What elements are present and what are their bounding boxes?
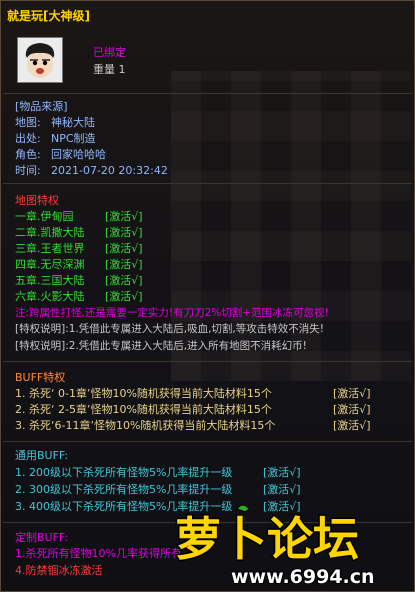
custom-buff-line-1: 1.杀死所有怪物10%几率获得所有 — [15, 547, 182, 560]
map-trait-status: [激活√] — [105, 242, 143, 255]
source-heading: [物品来源] — [15, 100, 68, 113]
map-trait-status: [激活√] — [105, 210, 143, 223]
custom-buff-line-2: 4.防禁锢冰冻激活 — [15, 564, 103, 577]
source-role-label: 角色: — [15, 148, 41, 161]
source-map-label: 地图: — [15, 116, 41, 129]
map-trait-status: [激活√] — [105, 274, 143, 287]
map-trait-name: 五章.三国大陆 — [15, 274, 85, 287]
map-trait-name: 一章.伊甸园 — [15, 210, 74, 223]
map-trait-name: 三章.王者世界 — [15, 242, 85, 255]
item-avatar-icon — [17, 37, 63, 83]
divider — [3, 361, 412, 362]
source-role-value: 回家哈哈哈 — [51, 148, 106, 161]
source-time-label: 时间: — [15, 164, 41, 177]
common-buff-status: [激活√] — [263, 466, 301, 479]
common-buff-heading: 通用BUFF: — [15, 449, 69, 462]
common-buff-text: 2. 300级以下杀死所有怪物5%几率提升一级 — [15, 483, 233, 496]
source-map-value: 神秘大陆 — [51, 116, 95, 129]
watermark-brand: 萝卜论坛 — [175, 512, 359, 566]
map-trait-name: 四章.无尽深渊 — [15, 258, 85, 271]
map-traits-desc-2: [特权说明]:2.凭借此专属进入大陆后,进入所有地图不消耗幻币! — [15, 340, 307, 352]
common-buff-status: [激活√] — [263, 483, 301, 496]
map-traits-heading: 地图特权 — [15, 194, 59, 207]
buff-trait-text: 3. 杀死‘6-11章’怪物10%随机获得当前大陆材料15个 — [15, 419, 276, 432]
map-trait-status: [激活√] — [105, 290, 143, 303]
common-buff-text: 1. 200级以下杀死所有怪物5%几率提升一级 — [15, 466, 233, 479]
source-time-value: 2021-07-20 20:32:42 — [51, 164, 168, 177]
buff-trait-status: [激活√] — [333, 387, 371, 400]
buff-trait-status: [激活√] — [333, 419, 371, 432]
buff-trait-text: 2. 杀死‘ 2-5章’怪物10%随机获得当前大陆材料15个 — [15, 403, 272, 416]
custom-buff-heading: 定制BUFF: — [15, 531, 69, 544]
source-origin-value: NPC制造 — [51, 132, 96, 145]
item-weight: 重量 1 — [93, 63, 126, 76]
watermark-url: www.6994.cn — [231, 566, 375, 588]
buff-trait-status: [激活√] — [333, 403, 371, 416]
map-trait-status: [激活√] — [105, 226, 143, 239]
divider — [3, 441, 412, 442]
item-title: 就是玩[大神级] — [7, 9, 90, 23]
item-tooltip: 就是玩[大神级] 已绑定 重量 1 [物品来源] 地图: 神秘大陆 出处: NP… — [0, 0, 415, 592]
bound-status: 已绑定 — [93, 46, 126, 59]
watermark-logo: 萝卜论坛 www.6994.cn — [169, 499, 409, 589]
buff-trait-text: 1. 杀死‘ 0-1章’怪物10%随机获得当前大陆材料15个 — [15, 387, 272, 400]
map-trait-name: 二章.凯撒大陆 — [15, 226, 85, 239]
divider — [3, 183, 412, 184]
divider — [3, 93, 412, 94]
map-trait-name: 六章.火影大陆 — [15, 290, 85, 303]
source-origin-label: 出处: — [15, 132, 41, 145]
map-traits-desc-1: [特权说明]:1.凭借此专属进入大陆后,吸血,切割,等攻击特效不消失! — [15, 323, 324, 335]
map-traits-note: 注:跨属性打怪,还是需要一定实力!有刀刀2%切割+范围冰冻可忽视! — [15, 307, 329, 319]
buff-traits-heading: BUFF特权 — [15, 371, 66, 384]
map-trait-status: [激活√] — [105, 258, 143, 271]
